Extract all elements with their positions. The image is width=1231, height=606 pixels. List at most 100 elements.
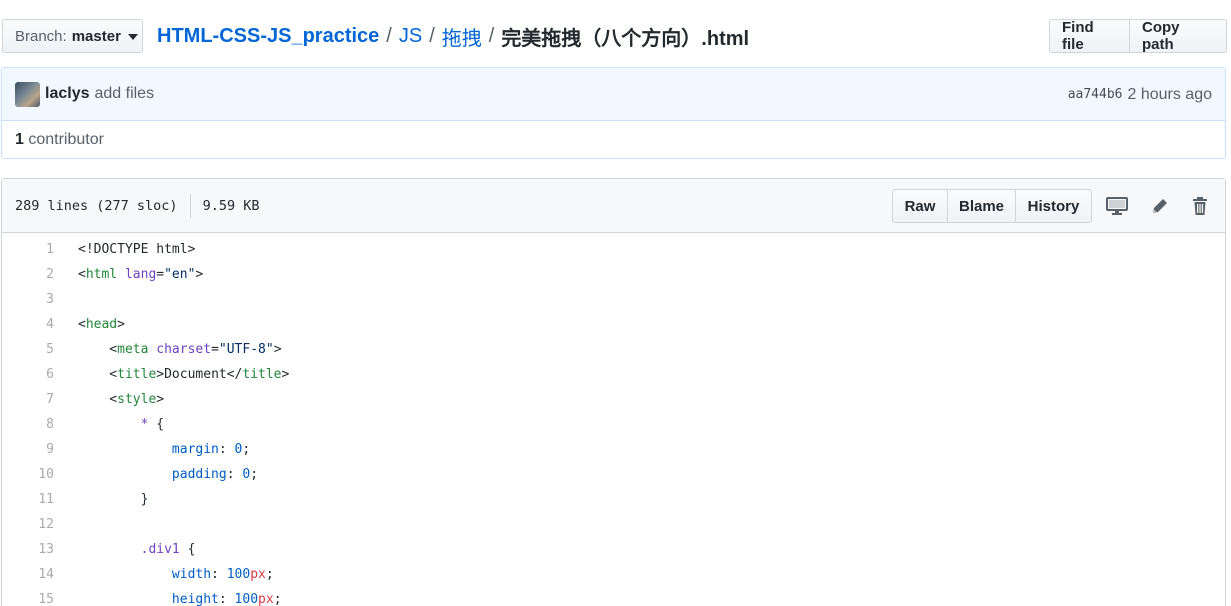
- code-token: ;: [250, 467, 259, 482]
- line-content: <style>: [54, 392, 164, 407]
- code-token: =: [156, 267, 165, 282]
- code-token: html: [85, 267, 118, 282]
- code-token: title: [117, 367, 157, 382]
- branch-select-button[interactable]: Branch: master: [2, 19, 143, 53]
- line-number[interactable]: 10: [2, 467, 54, 482]
- commit-author-link[interactable]: laclys: [45, 85, 89, 103]
- line-content: * {: [54, 417, 164, 432]
- copy-path-button[interactable]: Copy path: [1130, 19, 1227, 53]
- line-number[interactable]: 14: [2, 567, 54, 582]
- commit-sha-link[interactable]: aa744b6: [1068, 87, 1123, 102]
- code-token: :: [218, 592, 235, 606]
- code-token: <: [78, 392, 118, 407]
- find-file-button[interactable]: Find file: [1049, 19, 1130, 53]
- code-token: :: [211, 567, 227, 582]
- line-number[interactable]: 5: [2, 342, 54, 357]
- line-content: padding: 0;: [54, 467, 258, 482]
- file-header: 289 lines (277 sloc) 9.59 KB Raw Blame H…: [2, 179, 1225, 233]
- trash-icon[interactable]: [1187, 192, 1213, 220]
- code-line: 4 <head>: [2, 312, 1225, 337]
- breadcrumb-separator: /: [386, 24, 392, 47]
- code-line: 14 width: 100px;: [2, 562, 1225, 587]
- code-token: ;: [273, 592, 282, 606]
- line-content: <head>: [54, 317, 125, 332]
- code-token: >: [195, 267, 204, 282]
- code-token: :: [226, 467, 243, 482]
- code-line: 3: [2, 287, 1225, 312]
- line-number[interactable]: 15: [2, 592, 54, 606]
- code-token: px: [258, 592, 274, 606]
- breadcrumb-repo-link[interactable]: HTML-CSS-JS_practice: [157, 25, 379, 48]
- code-blob: 1 <!DOCTYPE html> 2 <html lang="en"> 3 4 <head…: [2, 233, 1225, 606]
- file-actions-group: Raw Blame History: [892, 189, 1092, 223]
- avatar[interactable]: [15, 81, 40, 107]
- code-token: lang: [124, 267, 157, 282]
- branch-label: Branch:: [15, 27, 67, 45]
- code-token: title: [242, 367, 282, 382]
- file-info: 289 lines (277 sloc) 9.59 KB: [15, 193, 260, 218]
- code-token: {: [148, 417, 165, 432]
- code-line: 13 .div1 {: [2, 537, 1225, 562]
- file-info-divider: [189, 193, 191, 218]
- pencil-icon[interactable]: [1147, 192, 1173, 220]
- contributors-summary[interactable]: 1 contributor: [2, 121, 1225, 158]
- code-token: {: [179, 542, 196, 557]
- line-number[interactable]: 7: [2, 392, 54, 407]
- code-token: >: [273, 342, 282, 357]
- blame-button[interactable]: Blame: [948, 189, 1016, 223]
- file-navigation: Branch: master HTML-CSS-JS_practice / JS…: [0, 18, 1231, 54]
- code-line: 10 padding: 0;: [2, 462, 1225, 487]
- commit-time: 2 hours ago: [1127, 85, 1212, 103]
- contributors-label: contributor: [28, 130, 104, 148]
- code-token: <: [78, 342, 118, 357]
- line-number[interactable]: 8: [2, 417, 54, 432]
- code-token: px: [250, 567, 266, 582]
- line-content: margin: 0;: [54, 442, 250, 457]
- code-token: margin: [171, 442, 219, 457]
- line-number[interactable]: 1: [2, 242, 54, 257]
- history-button[interactable]: History: [1016, 189, 1092, 223]
- code-line: 9 margin: 0;: [2, 437, 1225, 462]
- code-line: 7 <style>: [2, 387, 1225, 412]
- line-number[interactable]: 3: [2, 292, 54, 307]
- line-number[interactable]: 6: [2, 367, 54, 382]
- caret-down-icon: [127, 33, 138, 40]
- code-line: 2 <html lang="en">: [2, 262, 1225, 287]
- raw-button[interactable]: Raw: [892, 189, 948, 223]
- code-token: 100: [226, 567, 251, 582]
- line-number[interactable]: 12: [2, 517, 54, 532]
- line-content: <meta charset="UTF-8">: [54, 342, 282, 357]
- line-content: .div1 {: [54, 542, 196, 557]
- code-token: .div1: [140, 542, 180, 557]
- code-token: height: [171, 592, 219, 606]
- branch-name: master: [71, 27, 121, 45]
- line-content: <!DOCTYPE html>: [54, 242, 195, 257]
- line-number[interactable]: 2: [2, 267, 54, 282]
- line-content: <title>Document</title>: [54, 367, 289, 382]
- line-number[interactable]: 11: [2, 492, 54, 507]
- file-view: 289 lines (277 sloc) 9.59 KB Raw Blame H…: [1, 178, 1226, 606]
- line-number[interactable]: 13: [2, 542, 54, 557]
- code-token: ;: [242, 442, 251, 457]
- breadcrumb-dir-drag-link[interactable]: 拖拽: [442, 22, 482, 51]
- file-size: 9.59 KB: [202, 197, 260, 214]
- breadcrumb-separator: /: [429, 24, 435, 47]
- code-token: meta: [117, 342, 149, 357]
- breadcrumb-file-name: 完美拖拽（八个方向）.html: [501, 27, 750, 50]
- breadcrumb-dir-js-link[interactable]: JS: [399, 25, 422, 48]
- code-token: <: [78, 317, 86, 332]
- code-token: =: [211, 342, 219, 357]
- commit-message-link[interactable]: add files: [94, 85, 154, 103]
- line-number[interactable]: 4: [2, 317, 54, 332]
- line-number[interactable]: 9: [2, 442, 54, 457]
- code-token: padding: [171, 467, 227, 482]
- code-token: "UTF-8": [218, 342, 274, 357]
- line-content: }: [54, 492, 149, 507]
- code-token: <: [78, 267, 86, 282]
- code-token: <!DOCTYPE html>: [78, 242, 196, 257]
- desktop-icon[interactable]: [1104, 192, 1130, 220]
- code-line: 5 <meta charset="UTF-8">: [2, 337, 1225, 362]
